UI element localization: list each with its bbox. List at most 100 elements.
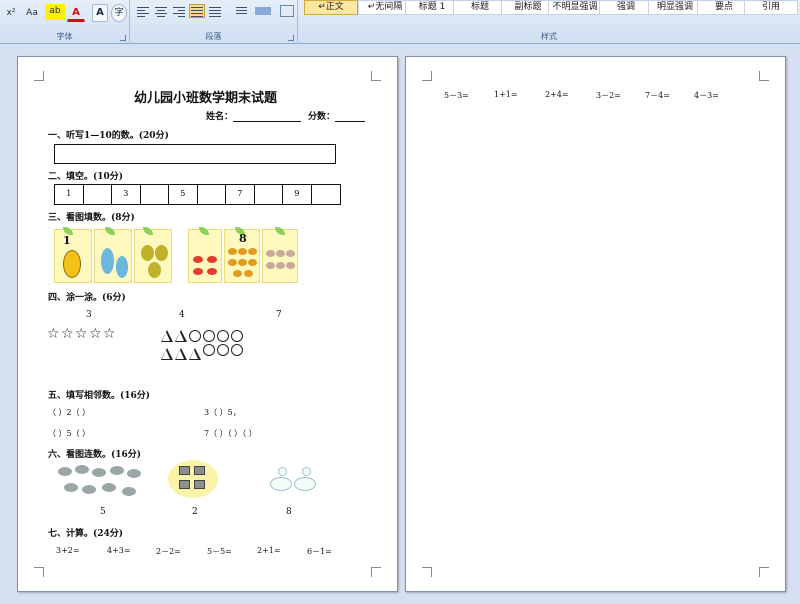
document-page-1[interactable]: 幼儿园小班数学期末试题 姓名： 分数： 一、听写1—10的数。(20分) 二、填… (17, 56, 398, 592)
calc-item[interactable]: 7－4= (645, 90, 670, 101)
change-case-button[interactable]: Aa (21, 4, 43, 22)
enclose-char-button[interactable]: 字 (111, 4, 127, 22)
link-picture-fish[interactable] (58, 465, 142, 501)
calc-item[interactable]: 4－3= (694, 90, 719, 101)
circle-icon[interactable] (217, 330, 229, 342)
circle-icon[interactable] (203, 344, 215, 356)
strawberry-icon (207, 268, 217, 275)
name-field: 姓名： (206, 109, 302, 122)
link-picture-boxes[interactable] (168, 460, 218, 498)
triangle-icon[interactable] (161, 330, 173, 342)
char-border-button[interactable]: A (92, 4, 108, 22)
calc-item[interactable]: 5－3= (444, 90, 469, 101)
circle-icon[interactable] (203, 330, 215, 342)
score-field: 分数： (308, 109, 366, 122)
star-icon[interactable]: ☆ (75, 327, 88, 341)
star-icon[interactable]: ☆ (103, 327, 116, 341)
style-title[interactable]: 标题 (453, 0, 507, 15)
adjacent-row[interactable]: 7（ ）（ ）（ ） (204, 428, 257, 439)
section-7-heading: 七、计算。(24分) (48, 529, 124, 539)
fill-cell[interactable]: 1 (55, 185, 84, 204)
shading-icon[interactable] (254, 5, 272, 17)
picture-card: 1 (54, 227, 92, 283)
calc-item[interactable]: 1+1= (494, 90, 518, 99)
fill-cell[interactable]: 5 (169, 185, 198, 204)
fill-cell[interactable] (84, 185, 112, 204)
calc-item[interactable]: 2+4= (545, 90, 569, 99)
fill-cell[interactable] (312, 185, 341, 204)
cookie-icon (244, 270, 253, 277)
fish-icon (64, 483, 78, 492)
triangle-icon[interactable] (175, 330, 187, 342)
distribute-icon[interactable] (208, 5, 222, 17)
align-right-icon[interactable] (172, 5, 186, 17)
adjacent-row[interactable]: （ ）5（ ） (48, 428, 90, 439)
fill-cell[interactable]: 3 (112, 185, 141, 204)
adjacent-row[interactable]: 3（ ）5， (204, 407, 241, 418)
font-dialog-launcher-icon[interactable] (120, 35, 126, 41)
section-4-heading: 四、涂一涂。(6分) (48, 293, 126, 303)
link-number[interactable]: 8 (286, 507, 292, 517)
fill-cell[interactable] (255, 185, 283, 204)
fill-cell[interactable]: 9 (283, 185, 312, 204)
style-intense-emphasis[interactable]: 明显强调 (648, 0, 702, 15)
color-count: 7 (276, 310, 282, 320)
style-emphasis[interactable]: 强调 (599, 0, 653, 15)
style-normal[interactable]: ↵正文 (304, 0, 358, 15)
style-quote[interactable]: 引用 (744, 0, 798, 15)
calc-item[interactable]: 4+3= (107, 546, 131, 555)
name-blank[interactable] (233, 112, 302, 122)
calc-item[interactable]: 5－5= (207, 546, 232, 557)
style-no-spacing[interactable]: ↵无间隔 (358, 0, 412, 15)
circle-icon[interactable] (189, 330, 201, 342)
triangle-icon[interactable] (189, 348, 201, 360)
fill-cell[interactable] (141, 185, 169, 204)
circle-icon[interactable] (231, 330, 243, 342)
cookie-icon (228, 259, 237, 266)
paragraph-group-label: 段落 (205, 32, 222, 41)
style-subtle-emphasis[interactable]: 不明显强调 (548, 0, 602, 15)
borders-icon[interactable] (280, 5, 294, 17)
candy-icon (286, 250, 295, 257)
highlight-button[interactable]: ab (45, 4, 65, 20)
paragraph-dialog-launcher-icon[interactable] (288, 35, 294, 41)
star-icon[interactable]: ☆ (47, 327, 60, 341)
align-center-icon[interactable] (154, 5, 168, 17)
style-strong[interactable]: 要点 (697, 0, 751, 15)
style-subtitle[interactable]: 副标题 (501, 0, 555, 15)
snake-icon (63, 250, 81, 278)
candy-icon (286, 262, 295, 269)
superscript-button[interactable]: x² (2, 4, 20, 22)
style-heading-1[interactable]: 标题 1 (405, 0, 459, 15)
calc-item[interactable]: 2－2= (156, 546, 181, 557)
calc-item[interactable]: 6－1= (307, 546, 332, 557)
font-color-button[interactable]: A (67, 4, 85, 22)
star-icon[interactable]: ☆ (89, 327, 102, 341)
link-number[interactable]: 2 (192, 507, 198, 517)
link-number[interactable]: 5 (100, 507, 106, 517)
star-icon[interactable]: ☆ (61, 327, 74, 341)
line-spacing-icon[interactable] (228, 5, 248, 17)
triangle-icon[interactable] (175, 348, 187, 360)
box-icon (194, 480, 205, 489)
calc-item[interactable]: 3+2= (56, 546, 80, 555)
leaf-icon (275, 227, 285, 235)
fill-cell[interactable]: 7 (226, 185, 255, 204)
fill-cell[interactable] (198, 185, 226, 204)
dictation-box[interactable] (54, 144, 336, 164)
document-page-2[interactable]: 5－3= 1+1= 2+4= 3－2= 7－4= 4－3= (405, 56, 786, 592)
duck-head-icon (278, 467, 287, 476)
justify-icon[interactable] (189, 4, 205, 18)
calc-item[interactable]: 2+1= (257, 546, 281, 555)
frog-icon (155, 245, 168, 261)
calc-item[interactable]: 3－2= (596, 90, 621, 101)
align-left-icon[interactable] (136, 5, 150, 17)
circle-icon[interactable] (231, 344, 243, 356)
styles-group-label: 样式 (541, 32, 557, 41)
triangle-icon[interactable] (161, 348, 173, 360)
score-blank[interactable] (335, 112, 366, 122)
adjacent-row[interactable]: （ ）2（ ） (48, 407, 90, 418)
picture-card: 8 (224, 227, 260, 283)
link-picture-ducks[interactable] (268, 465, 318, 497)
circle-icon[interactable] (217, 344, 229, 356)
